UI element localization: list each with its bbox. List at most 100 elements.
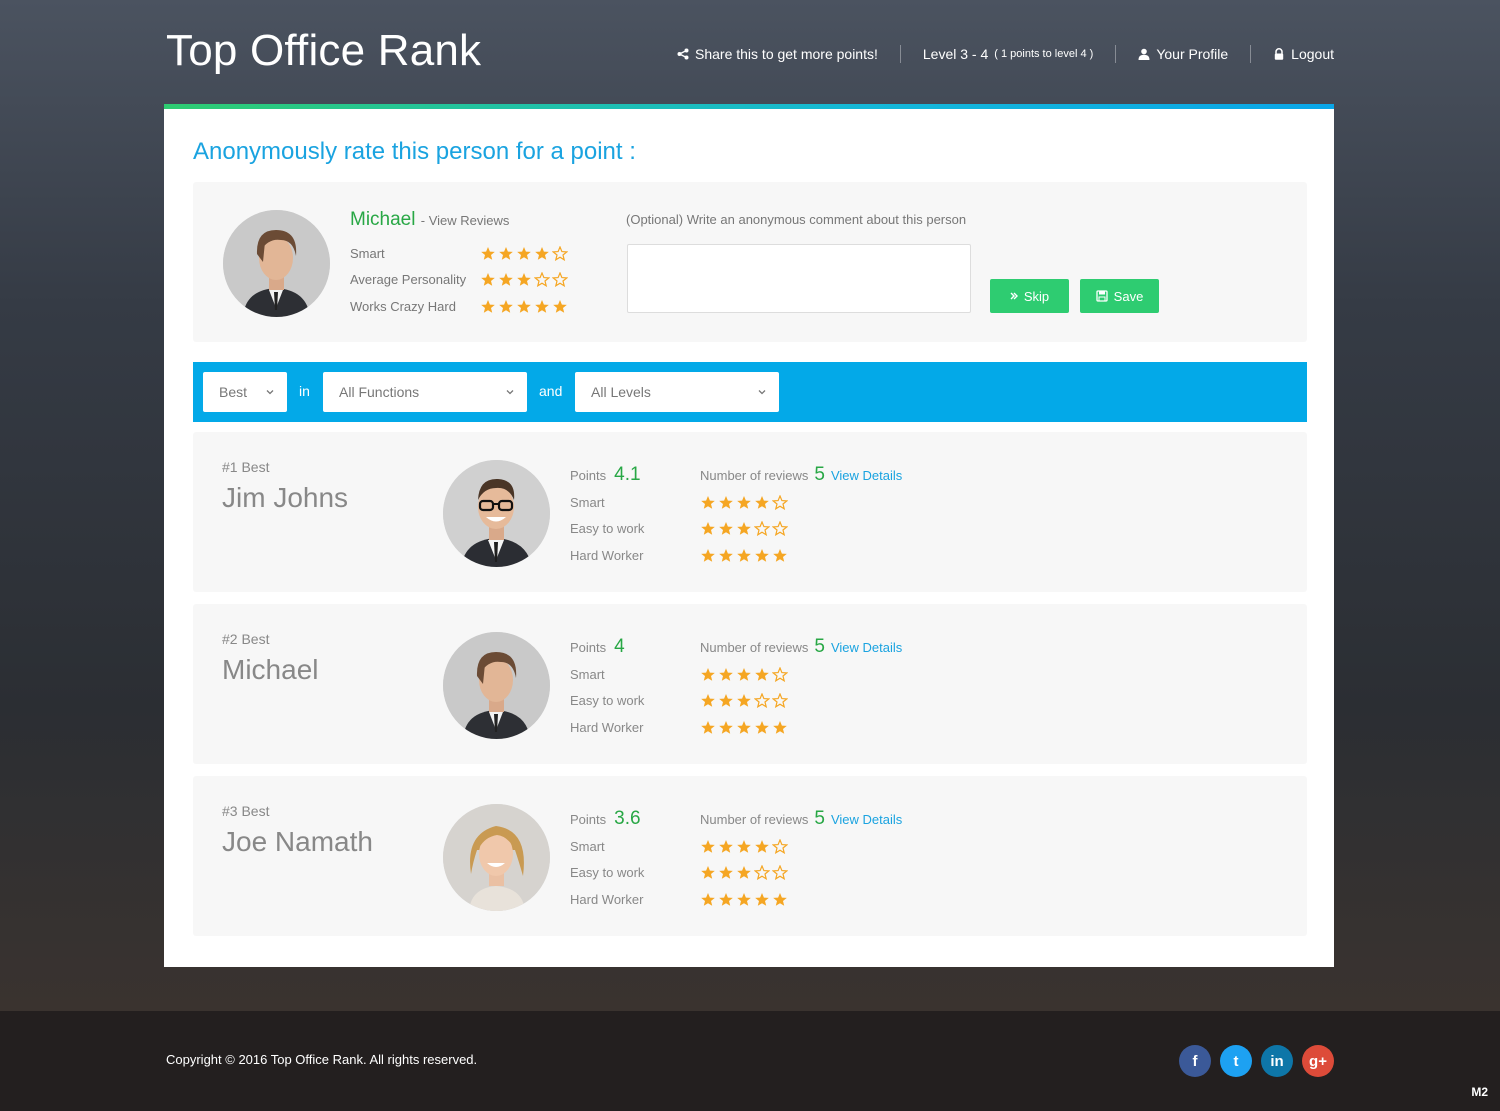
star-rating [700, 839, 788, 854]
twitter-icon[interactable]: t [1220, 1045, 1252, 1077]
star-empty-icon [772, 667, 788, 682]
rate-person-name: Michael - View Reviews [350, 209, 509, 231]
rank-label: #2 Best [222, 631, 270, 647]
chevron-down-icon [506, 390, 514, 395]
trait-label: Average Personality [350, 272, 467, 287]
star-empty-icon[interactable] [552, 246, 568, 261]
points-label: Points [570, 640, 607, 655]
avatar [443, 632, 550, 739]
linkedin-icon[interactable]: in [1261, 1045, 1293, 1077]
function-select[interactable]: All Functions [323, 372, 527, 412]
save-button[interactable]: Save [1080, 279, 1159, 313]
star-filled-icon [737, 840, 751, 853]
star-filled-icon[interactable] [498, 272, 514, 287]
share-icon [677, 48, 689, 60]
sort-select[interactable]: Best [203, 372, 287, 412]
star-filled-icon [719, 549, 733, 562]
app-logo[interactable]: Top Office Rank [166, 26, 481, 76]
star-rating [700, 667, 788, 682]
level-select-value: All Levels [591, 384, 651, 400]
star-filled-icon[interactable] [498, 246, 514, 261]
ranking-card: #1 Best Jim Johns Points 4.1 Number of r [193, 432, 1307, 592]
social-links: f t in g+ [1179, 1045, 1334, 1077]
star-filled-icon [701, 668, 715, 681]
star-filled-icon [737, 866, 751, 879]
comment-textarea[interactable] [627, 244, 971, 313]
points-label: Points [570, 812, 607, 827]
rank-name: Joe Namath [222, 826, 373, 857]
star-filled-icon[interactable] [498, 299, 514, 314]
avatar [443, 804, 550, 911]
star-empty-icon [754, 521, 770, 536]
rank-label: #1 Best [222, 459, 270, 475]
view-details-link[interactable]: View Details [831, 468, 902, 483]
star-rating-input[interactable] [480, 246, 568, 261]
facebook-icon[interactable]: f [1179, 1045, 1211, 1077]
logout-label: Logout [1291, 46, 1334, 62]
view-reviews-link[interactable]: - View Reviews [421, 213, 510, 228]
share-link[interactable]: Share this to get more points! [655, 44, 900, 64]
trait-label: Easy to work [570, 521, 645, 536]
star-filled-icon[interactable] [480, 246, 496, 261]
comment-label: (Optional) Write an anonymous comment ab… [626, 212, 967, 227]
points-value: 3.6 [614, 808, 641, 829]
star-filled-icon [773, 721, 787, 734]
star-empty-icon [772, 865, 788, 880]
star-filled-icon [737, 549, 751, 562]
star-rating [700, 495, 788, 510]
star-rating-input[interactable] [480, 299, 568, 314]
star-filled-icon [773, 893, 787, 906]
points-label: Points [570, 468, 607, 483]
rank-name: Michael [222, 654, 319, 685]
star-filled-icon [737, 694, 751, 707]
chevron-down-icon [266, 390, 274, 395]
profile-link[interactable]: Your Profile [1116, 44, 1250, 64]
star-filled-icon [701, 893, 715, 906]
star-filled-icon[interactable] [552, 299, 568, 314]
star-filled-icon [719, 721, 733, 734]
star-filled-icon [719, 522, 733, 535]
star-filled-icon [701, 694, 715, 707]
logout-link[interactable]: Logout [1251, 44, 1334, 64]
reviews-label: Number of reviews [700, 812, 809, 827]
trait-label: Hard Worker [570, 720, 644, 735]
view-details-link[interactable]: View Details [831, 812, 902, 827]
save-icon [1096, 290, 1108, 302]
reviews-stat: Number of reviews 5 View Details [700, 464, 902, 486]
trait-label: Smart [570, 495, 605, 510]
level-select[interactable]: All Levels [575, 372, 779, 412]
star-empty-icon[interactable] [534, 272, 550, 287]
star-empty-icon [754, 693, 770, 708]
star-filled-icon [737, 522, 751, 535]
ranking-card: #2 Best Michael Points 4 Number of revie… [193, 604, 1307, 764]
star-filled-icon [701, 721, 715, 734]
star-filled-icon[interactable] [480, 299, 496, 314]
star-rating [700, 693, 788, 708]
chevron-down-icon [758, 390, 766, 395]
star-filled-icon [755, 721, 769, 734]
view-details-link[interactable]: View Details [831, 640, 902, 655]
star-filled-icon[interactable] [534, 246, 550, 261]
trait-label: Hard Worker [570, 548, 644, 563]
lock-icon [1274, 48, 1284, 60]
star-filled-icon[interactable] [480, 272, 496, 287]
star-filled-icon [719, 694, 733, 707]
rate-trait-row: Smart [350, 246, 568, 261]
trait-label: Easy to work [570, 865, 645, 880]
ranking-card: #3 Best Joe Namath Points 3.6 Number of … [193, 776, 1307, 936]
star-rating-input[interactable] [480, 272, 568, 287]
level-indicator: Level 3 - 4 ( 1 points to level 4 ) [901, 44, 1115, 64]
copyright-text: Copyright © 2016 Top Office Rank. All ri… [166, 1052, 478, 1067]
google-plus-icon[interactable]: g+ [1302, 1045, 1334, 1077]
trait-label: Works Crazy Hard [350, 299, 456, 314]
panel-accent-bar [164, 104, 1334, 109]
skip-button[interactable]: Skip [990, 279, 1069, 313]
star-filled-icon[interactable] [534, 299, 550, 314]
star-filled-icon[interactable] [516, 272, 532, 287]
person-name[interactable]: Michael [350, 209, 415, 230]
star-empty-icon[interactable] [552, 272, 568, 287]
build-tag: M2 [1471, 1085, 1488, 1099]
star-filled-icon[interactable] [516, 299, 532, 314]
star-filled-icon[interactable] [516, 246, 532, 261]
star-rating [700, 720, 788, 735]
